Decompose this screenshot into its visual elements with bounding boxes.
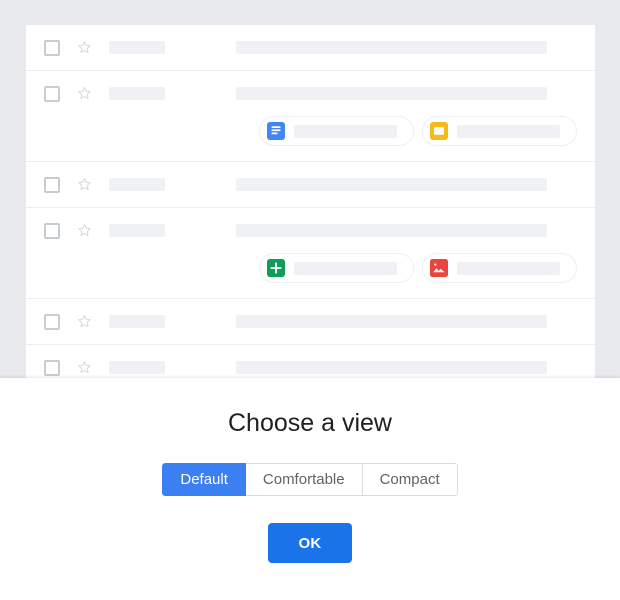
star-icon[interactable] xyxy=(76,176,93,193)
email-row-main[interactable] xyxy=(26,162,595,207)
email-row[interactable] xyxy=(26,299,595,345)
attachment-chip[interactable] xyxy=(422,253,577,283)
checkbox-icon[interactable] xyxy=(44,313,60,330)
sender-placeholder xyxy=(109,87,165,100)
email-row[interactable] xyxy=(26,162,595,208)
attachment-chip[interactable] xyxy=(422,116,577,146)
sender-placeholder xyxy=(109,224,165,237)
subject-placeholder xyxy=(236,87,547,100)
view-option-default[interactable]: Default xyxy=(162,463,246,496)
subject-placeholder xyxy=(236,315,547,328)
email-row-main[interactable] xyxy=(26,208,595,253)
email-row[interactable] xyxy=(26,208,595,299)
checkbox-icon[interactable] xyxy=(44,222,60,239)
subject-placeholder xyxy=(236,41,547,54)
attachment-chip-list xyxy=(26,116,595,161)
ok-button[interactable]: OK xyxy=(268,523,352,563)
attachment-name-placeholder xyxy=(294,124,397,138)
subject-placeholder xyxy=(236,361,547,374)
subject-placeholder xyxy=(236,178,547,191)
star-icon[interactable] xyxy=(76,222,93,239)
dialog-title: Choose a view xyxy=(228,409,392,437)
sender-placeholder xyxy=(109,361,165,374)
google-sheets-icon xyxy=(267,259,285,277)
google-slides-icon xyxy=(430,122,448,140)
email-row[interactable] xyxy=(26,71,595,162)
attachment-name-placeholder xyxy=(457,124,560,138)
star-icon[interactable] xyxy=(76,359,93,376)
checkbox-icon[interactable] xyxy=(44,359,60,376)
google-docs-icon xyxy=(267,122,285,140)
email-list xyxy=(26,25,595,390)
star-icon[interactable] xyxy=(76,85,93,102)
view-density-segmented-control[interactable]: Default Comfortable Compact xyxy=(162,463,458,496)
star-icon[interactable] xyxy=(76,313,93,330)
attachment-name-placeholder xyxy=(294,261,397,275)
image-attachment-icon xyxy=(430,259,448,277)
email-row[interactable] xyxy=(26,25,595,71)
attachment-chip[interactable] xyxy=(259,116,414,146)
attachment-chip-list xyxy=(26,253,595,298)
subject-placeholder xyxy=(236,224,547,237)
star-icon[interactable] xyxy=(76,39,93,56)
choose-view-dialog: Choose a view Default Comfortable Compact … xyxy=(0,378,620,600)
checkbox-icon[interactable] xyxy=(44,176,60,193)
checkbox-icon[interactable] xyxy=(44,85,60,102)
checkbox-icon[interactable] xyxy=(44,39,60,56)
view-option-compact[interactable]: Compact xyxy=(362,463,458,496)
attachment-chip[interactable] xyxy=(259,253,414,283)
attachment-name-placeholder xyxy=(457,261,560,275)
sender-placeholder xyxy=(109,178,165,191)
sender-placeholder xyxy=(109,315,165,328)
email-row-main[interactable] xyxy=(26,299,595,344)
sender-placeholder xyxy=(109,41,165,54)
email-row-main[interactable] xyxy=(26,25,595,70)
email-row-main[interactable] xyxy=(26,71,595,116)
view-option-comfortable[interactable]: Comfortable xyxy=(245,463,363,496)
